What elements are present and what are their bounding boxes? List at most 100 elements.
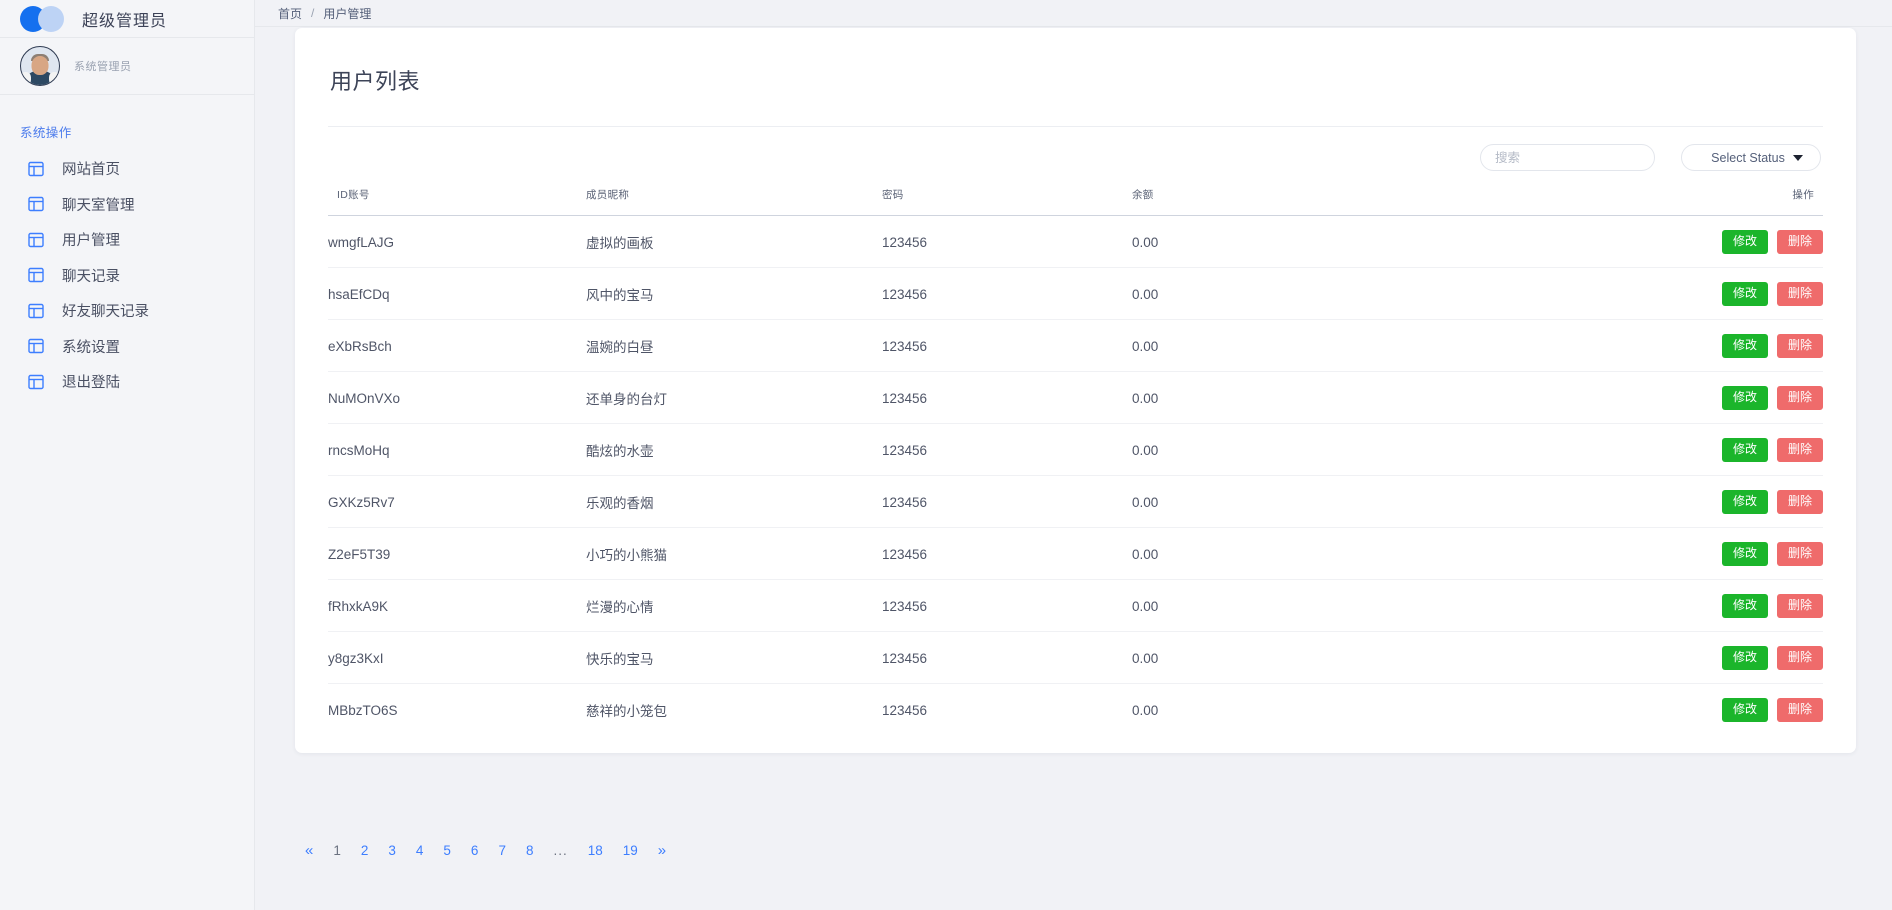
cell-balance: 0.00 (1132, 684, 1512, 736)
sidebar-item-chatroom-manage[interactable]: 聊天室管理 (0, 190, 254, 219)
cell-actions: 修改删除 (1512, 528, 1823, 580)
cell-actions: 修改删除 (1512, 424, 1823, 476)
sidebar-item-user-manage[interactable]: 用户管理 (0, 225, 254, 254)
column-header-password: 密码 (882, 187, 1132, 216)
two-circles-logo-icon (20, 6, 68, 32)
cell-id: y8gz3KxI (328, 632, 586, 684)
delete-button[interactable]: 删除 (1777, 282, 1823, 306)
sidebar-item-home[interactable]: 网站首页 (0, 154, 254, 183)
column-header-nickname: 成员昵称 (586, 187, 882, 216)
pagination: «12345678...1819» (295, 838, 676, 863)
pagination-page-7[interactable]: 7 (488, 839, 516, 862)
pagination-page-8[interactable]: 8 (516, 839, 544, 862)
delete-button[interactable]: 删除 (1777, 438, 1823, 462)
cell-id: eXbRsBch (328, 320, 586, 372)
sidebar-item-label: 退出登陆 (62, 371, 120, 392)
cell-actions: 修改删除 (1512, 476, 1823, 528)
sidebar-item-friend-chat-log[interactable]: 好友聊天记录 (0, 296, 254, 325)
table-head: ID账号 成员昵称 密码 余额 操作 (328, 187, 1823, 216)
delete-button[interactable]: 删除 (1777, 698, 1823, 722)
cell-id: hsaEfCDq (328, 268, 586, 320)
table-row: hsaEfCDq风中的宝马1234560.00修改删除 (328, 268, 1823, 320)
search-input[interactable] (1480, 144, 1655, 171)
cell-nickname: 虚拟的画板 (586, 216, 882, 268)
edit-button[interactable]: 修改 (1722, 594, 1768, 618)
user-table: ID账号 成员昵称 密码 余额 操作 wmgfLAJG虚拟的画板1234560.… (328, 187, 1823, 735)
pagination-page-2[interactable]: 2 (351, 839, 379, 862)
delete-button[interactable]: 删除 (1777, 386, 1823, 410)
page-title: 用户列表 (295, 28, 1856, 96)
sidebar-item-logout[interactable]: 退出登陆 (0, 367, 254, 396)
table-layout-icon (28, 232, 44, 248)
cell-nickname: 酷炫的水壶 (586, 424, 882, 476)
sidebar: 超级管理员 系统管理员 系统操作 网站首页 (0, 0, 255, 910)
table-row: GXKz5Rv7乐观的香烟1234560.00修改删除 (328, 476, 1823, 528)
pagination-ellipsis: ... (543, 839, 577, 862)
nav-section-title: 系统操作 (0, 122, 254, 141)
table-row: MBbzTO6S慈祥的小笼包1234560.00修改删除 (328, 684, 1823, 736)
brand-header: 超级管理员 (0, 0, 254, 38)
sidebar-item-label: 网站首页 (62, 158, 120, 179)
edit-button[interactable]: 修改 (1722, 386, 1768, 410)
table-header-row: ID账号 成员昵称 密码 余额 操作 (328, 187, 1823, 216)
pagination-prev[interactable]: « (295, 838, 323, 863)
pagination-page-4[interactable]: 4 (406, 839, 434, 862)
pagination-page-6[interactable]: 6 (461, 839, 489, 862)
edit-button[interactable]: 修改 (1722, 542, 1768, 566)
cell-nickname: 小巧的小熊猫 (586, 528, 882, 580)
table-layout-icon (28, 303, 44, 319)
column-header-id: ID账号 (328, 187, 586, 216)
edit-button[interactable]: 修改 (1722, 230, 1768, 254)
column-header-actions: 操作 (1512, 187, 1823, 216)
table-row: rncsMoHq酷炫的水壶1234560.00修改删除 (328, 424, 1823, 476)
table-row: Z2eF5T39小巧的小熊猫1234560.00修改删除 (328, 528, 1823, 580)
cell-nickname: 温婉的白昼 (586, 320, 882, 372)
pagination-next[interactable]: » (648, 838, 676, 863)
pagination-page-5[interactable]: 5 (433, 839, 461, 862)
sidebar-nav: 系统操作 网站首页 聊天室管理 用户管理 (0, 95, 254, 396)
edit-button[interactable]: 修改 (1722, 698, 1768, 722)
pagination-page-19[interactable]: 19 (613, 839, 648, 862)
cell-nickname: 快乐的宝马 (586, 632, 882, 684)
edit-button[interactable]: 修改 (1722, 490, 1768, 514)
filters-bar: Select Status (295, 127, 1856, 171)
cell-actions: 修改删除 (1512, 580, 1823, 632)
delete-button[interactable]: 删除 (1777, 542, 1823, 566)
brand-title: 超级管理员 (82, 7, 167, 31)
delete-button[interactable]: 删除 (1777, 490, 1823, 514)
table-row: y8gz3KxI快乐的宝马1234560.00修改删除 (328, 632, 1823, 684)
delete-button[interactable]: 删除 (1777, 594, 1823, 618)
cell-actions: 修改删除 (1512, 216, 1823, 268)
cell-balance: 0.00 (1132, 424, 1512, 476)
table-row: eXbRsBch温婉的白昼1234560.00修改删除 (328, 320, 1823, 372)
cell-password: 123456 (882, 372, 1132, 424)
profile-block[interactable]: 系统管理员 (0, 38, 254, 95)
delete-button[interactable]: 删除 (1777, 646, 1823, 670)
cell-password: 123456 (882, 684, 1132, 736)
cell-balance: 0.00 (1132, 320, 1512, 372)
pagination-page-current: 1 (323, 839, 351, 862)
avatar (20, 46, 60, 86)
edit-button[interactable]: 修改 (1722, 438, 1768, 462)
sidebar-item-label: 聊天记录 (62, 265, 120, 286)
delete-button[interactable]: 删除 (1777, 230, 1823, 254)
chevron-down-icon (1793, 155, 1803, 161)
table-row: NuMOnVXo还单身的台灯1234560.00修改删除 (328, 372, 1823, 424)
pagination-page-3[interactable]: 3 (378, 839, 406, 862)
sidebar-item-chat-log[interactable]: 聊天记录 (0, 261, 254, 290)
delete-button[interactable]: 删除 (1777, 334, 1823, 358)
breadcrumb-home[interactable]: 首页 (278, 5, 302, 22)
pagination-page-18[interactable]: 18 (578, 839, 613, 862)
cell-balance: 0.00 (1132, 528, 1512, 580)
edit-button[interactable]: 修改 (1722, 334, 1768, 358)
table-layout-icon (28, 374, 44, 390)
cell-password: 123456 (882, 528, 1132, 580)
status-select[interactable]: Select Status (1681, 144, 1821, 171)
edit-button[interactable]: 修改 (1722, 282, 1768, 306)
table-body: wmgfLAJG虚拟的画板1234560.00修改删除hsaEfCDq风中的宝马… (328, 216, 1823, 736)
sidebar-item-system-settings[interactable]: 系统设置 (0, 332, 254, 361)
cell-balance: 0.00 (1132, 372, 1512, 424)
edit-button[interactable]: 修改 (1722, 646, 1768, 670)
cell-actions: 修改删除 (1512, 684, 1823, 736)
cell-password: 123456 (882, 424, 1132, 476)
